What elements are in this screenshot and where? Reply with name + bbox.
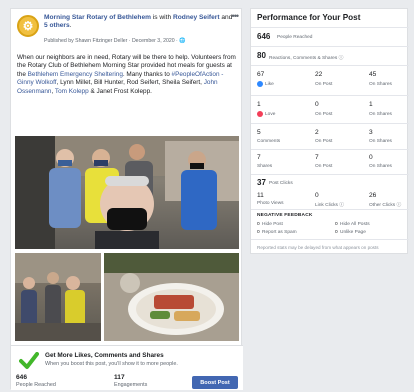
comments-label: Comments <box>257 139 281 144</box>
globe-icon: 🌐 <box>179 38 186 44</box>
post-body: When our neighbors are in need, Rotary w… <box>17 54 236 95</box>
hashtag-link[interactable]: Bethlehem Emergency Sheltering <box>28 71 123 78</box>
shares-count: 7 <box>257 154 261 161</box>
divider <box>251 209 409 210</box>
food-plate-photo[interactable] <box>104 253 239 341</box>
report-spam-count: 0 <box>257 230 260 235</box>
unlike-page-count: 0 <box>335 230 338 235</box>
comments-on-post: 2 <box>315 129 319 136</box>
divider <box>251 46 409 47</box>
link-clicks-count: 0 <box>315 192 319 199</box>
like-on-shares: 45 <box>369 71 377 78</box>
like-on-post-label: On Post <box>315 82 333 87</box>
hide-post-count: 0 <box>257 222 260 227</box>
reactions-label: Reactions, Comments & Shares ⓘ <box>269 56 344 61</box>
love-on-shares: 1 <box>369 101 373 108</box>
comments-on-post-label: On Post <box>315 139 333 144</box>
people-reached-count: 646 <box>257 32 271 41</box>
kitchen-photo[interactable] <box>15 253 101 341</box>
people-reached-label: People Reached <box>277 35 313 40</box>
reached-label: People Reached <box>16 382 56 388</box>
photo-views-label: Photo Views <box>257 201 284 206</box>
love-on-shares-label: On Shares <box>369 112 392 117</box>
love-on-post-label: On Post <box>315 112 333 117</box>
promo-title: Get More Likes, Comments and Shares <box>45 352 164 359</box>
divider <box>251 27 409 28</box>
divider <box>251 149 409 150</box>
shares-label: Shares <box>257 164 273 169</box>
boost-post-button[interactable]: Boost Post <box>192 376 238 389</box>
check-icon <box>19 352 39 369</box>
divider <box>251 65 409 66</box>
reached-count: 646 <box>16 374 28 381</box>
post-clicks-label: Post Clicks <box>269 181 293 186</box>
love-label: Love <box>265 112 276 117</box>
hide-post-label: Hide Post <box>262 222 283 227</box>
stats-delay-note: Reported stats may be delayed from what … <box>257 245 379 250</box>
post-clicks-count: 37 <box>257 178 266 187</box>
comments-on-shares: 3 <box>369 129 373 136</box>
comments-count: 5 <box>257 129 261 136</box>
like-count: 67 <box>257 71 265 78</box>
like-icon <box>257 81 263 87</box>
divider <box>251 239 409 240</box>
love-icon <box>257 111 263 117</box>
other-clicks-label: Other Clicks ⓘ <box>369 203 402 208</box>
page-name-link[interactable]: Morning Star Rotary of Bethlehem <box>44 14 151 21</box>
photo-grid <box>15 136 239 341</box>
post-byline: Published by Shawn Fitzinger Deller · De… <box>44 38 186 44</box>
post-header: ⚙ Morning Star Rotary of Bethlehem is wi… <box>11 9 243 55</box>
unlike-page-label: Unlike Page <box>340 230 366 235</box>
divider <box>251 95 409 96</box>
like-label: Like <box>265 82 274 87</box>
love-count: 1 <box>257 101 261 108</box>
photo-views-count: 11 <box>257 192 264 199</box>
tagged-person-link[interactable]: Rodney Seifert <box>173 14 220 21</box>
hide-all-posts-label: Hide All Posts <box>340 222 370 227</box>
like-on-shares-label: On Shares <box>369 82 392 87</box>
mention-link[interactable]: Tom Kolepp <box>55 88 89 95</box>
group-photo[interactable] <box>15 136 239 249</box>
more-options-icon[interactable]: ••• <box>232 11 240 21</box>
love-on-post: 0 <box>315 101 319 108</box>
like-on-post: 22 <box>315 71 323 78</box>
hide-all-posts-count: 0 <box>335 222 338 227</box>
divider <box>251 123 409 124</box>
rotary-logo-icon[interactable]: ⚙ <box>17 15 39 37</box>
promo-subtitle: When you boost this post, you'll show it… <box>45 361 178 367</box>
post-footer-stats: 646 People Reached 117 Engagements Boost… <box>10 372 242 392</box>
comments-on-shares-label: On Shares <box>369 139 392 144</box>
performance-panel: Performance for Your Post 646 People Rea… <box>250 8 409 254</box>
performance-title: Performance for Your Post <box>257 13 361 22</box>
shares-on-shares-label: On Shares <box>369 164 392 169</box>
post-card: ⚙ Morning Star Rotary of Bethlehem is wi… <box>10 8 243 390</box>
shares-on-post: 7 <box>315 154 319 161</box>
shares-on-shares: 0 <box>369 154 373 161</box>
reactions-count: 80 <box>257 51 266 60</box>
divider <box>251 174 409 175</box>
other-clicks-count: 26 <box>369 192 377 199</box>
report-spam-label: Report as Spam <box>262 230 297 235</box>
engagements-count: 117 <box>114 374 125 381</box>
negative-feedback-title: NEGATIVE FEEDBACK <box>257 213 313 218</box>
post-author-line: Morning Star Rotary of Bethlehem is with… <box>44 14 233 29</box>
engagements-label: Engagements <box>114 382 148 388</box>
others-link[interactable]: 5 others <box>44 22 70 29</box>
shares-on-post-label: On Post <box>315 164 333 169</box>
link-clicks-label: Link Clicks ⓘ <box>315 203 345 208</box>
